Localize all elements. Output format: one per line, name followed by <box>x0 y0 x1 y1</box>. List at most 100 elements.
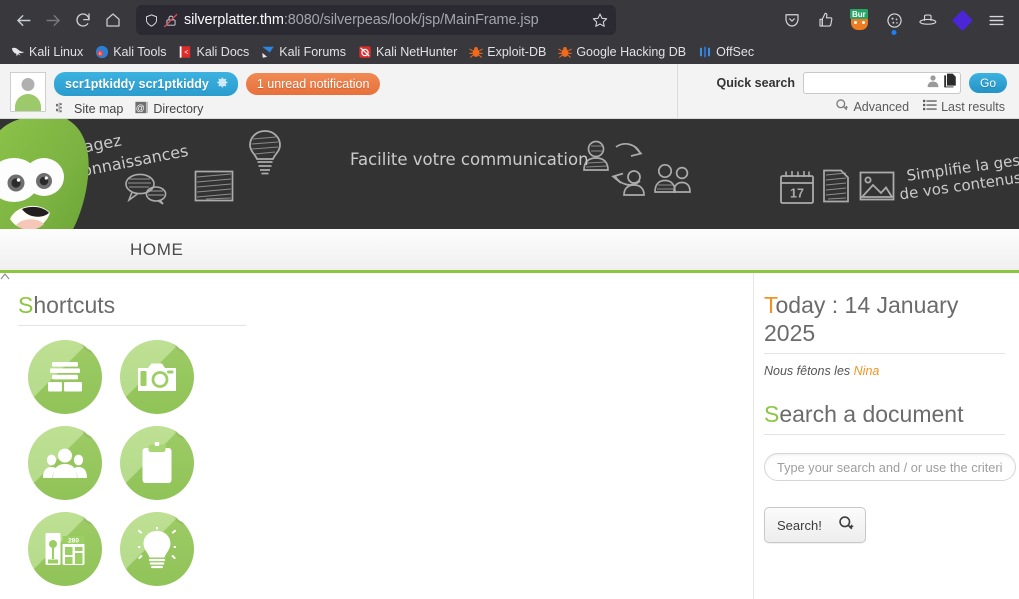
image-sketch-icon <box>859 171 895 206</box>
burp-suite-icon[interactable]: Bur <box>845 5 875 35</box>
people-sketch-icon <box>653 162 693 201</box>
kali-dragon-icon <box>11 47 25 57</box>
site-map-label: Site map <box>74 102 124 116</box>
shortcut-kiosk[interactable]: 280 <box>28 512 102 587</box>
bookmark-label: Kali Docs <box>196 45 250 59</box>
right-panel: Today : 14 January 2025 Nous fêtons les … <box>753 273 1019 599</box>
url-path: :8080/silverpeas/look/jsp/MainFrame.jsp <box>283 12 539 28</box>
shortcuts-panel: Shortcuts 280 <box>0 273 260 599</box>
thumbs-up-icon[interactable] <box>811 5 841 35</box>
pocket-icon[interactable] <box>777 5 807 35</box>
shortcut-community[interactable] <box>28 426 102 501</box>
document-search-divider <box>764 434 1005 436</box>
advanced-search-link[interactable]: Advanced <box>835 98 909 115</box>
document-sketch-icon <box>822 169 850 208</box>
directory-icon: @ <box>135 101 149 117</box>
kali-tools-icon: n <box>96 45 109 59</box>
gear-icon[interactable] <box>216 76 229 92</box>
bookmark-kali-nethunter[interactable]: Kali NetHunter <box>353 43 462 61</box>
quick-search-label: Quick search <box>716 76 795 90</box>
bookmark-label: Kali Linux <box>29 45 84 59</box>
calendar-day-label: 17 <box>790 187 804 201</box>
url-bar[interactable]: silverplatter.thm:8080/silverpeas/look/j… <box>136 5 616 35</box>
unread-notification-badge[interactable]: 1 unread notification <box>245 73 381 95</box>
bookmark-exploit-db[interactable]: Exploit-DB <box>464 43 551 61</box>
quick-search-field[interactable] <box>802 72 961 94</box>
hamburger-menu-icon[interactable] <box>981 5 1011 35</box>
shortcut-gallery[interactable] <box>120 340 194 415</box>
shortcut-ideas[interactable] <box>120 512 194 587</box>
bookmark-kali-docs[interactable]: < Kali Docs <box>173 43 254 61</box>
cookie-icon[interactable] <box>879 5 909 35</box>
reload-button[interactable] <box>68 5 98 35</box>
last-results-link[interactable]: Last results <box>923 99 1005 114</box>
user-name-label: scr1ptkiddy scr1ptkiddy <box>65 77 209 91</box>
burp-badge-label: Bur <box>850 9 868 19</box>
today-heading: Today : 14 January 2025 <box>764 291 1005 347</box>
user-sync-icon <box>578 137 652 204</box>
kali-nethunter-icon <box>359 46 371 58</box>
bookmark-label: OffSec <box>716 45 755 59</box>
shield-icon[interactable] <box>144 13 159 28</box>
svg-text:@: @ <box>136 103 145 113</box>
search-plus-icon <box>838 515 855 535</box>
bookmark-kali-forums[interactable]: Kali Forums <box>256 43 351 61</box>
site-map-link[interactable]: Site map <box>56 102 123 117</box>
search-plus-icon <box>835 98 849 115</box>
lock-crossed-out-icon[interactable] <box>163 13 178 28</box>
shortcut-tasks[interactable] <box>120 426 194 501</box>
svg-text:<: < <box>185 50 189 58</box>
shortcuts-heading: Shortcuts <box>18 291 246 319</box>
shortcut-library[interactable] <box>28 340 102 415</box>
calendar-sketch-icon: 17 <box>779 169 815 210</box>
directory-link[interactable]: @ Directory <box>135 101 203 117</box>
hat-icon[interactable] <box>913 5 943 35</box>
feast-name[interactable]: Nina <box>854 364 880 378</box>
bookmark-label: Kali NetHunter <box>375 45 458 59</box>
document-search-button[interactable]: Search! <box>764 507 866 544</box>
star-icon[interactable] <box>592 12 608 28</box>
banner-slogan-3: Facilite votre communication <box>350 150 589 169</box>
back-button[interactable] <box>8 5 38 35</box>
bookmark-kali-tools[interactable]: n Kali Tools <box>90 43 171 61</box>
silverpeas-banner: Partagez vos connaissances Facilite votr… <box>0 119 1019 229</box>
documents-icon[interactable] <box>943 73 957 93</box>
diamond-icon[interactable] <box>947 5 977 35</box>
silverpeas-pea-mascot <box>0 119 112 229</box>
avatar[interactable] <box>10 72 46 112</box>
url-text[interactable]: silverplatter.thm:8080/silverpeas/look/j… <box>178 12 592 28</box>
home-button[interactable] <box>98 5 128 35</box>
document-search-heading-rest: earch a document <box>779 401 964 428</box>
document-search-button-label: Search! <box>777 517 822 533</box>
offsec-icon <box>700 46 711 58</box>
nav-tab-home[interactable]: HOME <box>110 229 203 270</box>
go-button[interactable]: Go <box>968 73 1007 93</box>
forward-button[interactable] <box>38 5 68 35</box>
bookmark-kali-linux[interactable]: Kali Linux <box>6 43 88 61</box>
shortcuts-heading-initial: S <box>18 292 34 318</box>
page-viewport: scr1ptkiddy scr1ptkiddy 1 unread notific… <box>0 64 1019 599</box>
advanced-search-label: Advanced <box>853 99 910 114</box>
feast-prefix: Nous fêtons les <box>764 364 851 379</box>
feast-day-text: Nous fêtons les Nina <box>764 364 1005 378</box>
page-content: Shortcuts 280 Today: 14 January 2025 No… <box>0 273 1019 599</box>
cookie-update-dot <box>891 30 897 35</box>
nav-tab-label: HOME <box>130 239 184 259</box>
lightbulb-sketch-icon <box>246 129 284 182</box>
today-divider <box>764 353 1005 355</box>
list-icon <box>923 99 937 114</box>
bookmark-label: Kali Tools <box>113 45 167 59</box>
bookmark-offsec[interactable]: OffSec <box>693 43 759 61</box>
kiosk-badge-label: 280 <box>68 538 79 545</box>
bookmark-label: Exploit-DB <box>487 45 547 59</box>
bookmarks-bar: Kali Linux n Kali Tools < Kali Docs Kali… <box>0 40 1019 64</box>
document-search-heading: Search a document <box>764 400 1005 428</box>
person-icon[interactable] <box>926 74 940 93</box>
today-heading-initial: T <box>764 292 776 318</box>
browser-chrome: silverplatter.thm:8080/silverpeas/look/j… <box>0 0 1019 64</box>
document-search-input[interactable] <box>764 453 1016 482</box>
sitemap-icon <box>56 102 69 117</box>
bookmark-google-hacking-db[interactable]: Google Hacking DB <box>553 43 691 61</box>
quick-search-input[interactable] <box>806 74 923 92</box>
user-name-pill[interactable]: scr1ptkiddy scr1ptkiddy <box>54 72 238 96</box>
